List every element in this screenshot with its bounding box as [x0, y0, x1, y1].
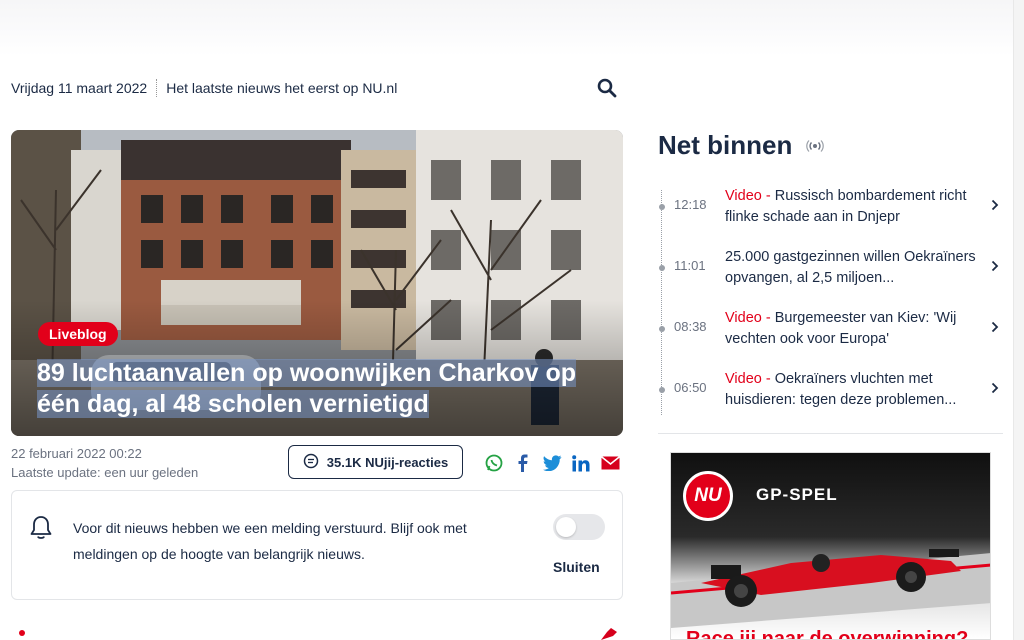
headline-line-2: één dag, al 48 scholen vernietigd: [37, 390, 429, 418]
chevron-right-icon: [991, 259, 999, 277]
tag-separator: -: [761, 371, 775, 387]
twitter-icon[interactable]: [542, 453, 562, 473]
notification-toggle[interactable]: [553, 514, 605, 540]
search-icon[interactable]: [597, 78, 617, 98]
tag-separator: -: [761, 310, 775, 326]
facebook-icon[interactable]: [512, 453, 532, 473]
advertisement[interactable]: NU GP-SPEL Race jij naar de overwinning?: [670, 452, 991, 640]
chevron-right-icon: [991, 198, 999, 216]
current-date: Vrijdag 11 maart 2022: [11, 80, 148, 96]
ad-brand: GP-SPEL: [756, 485, 838, 504]
news-title: Video - Russisch bombardement richt flin…: [725, 186, 985, 228]
tagline: Het laatste nieuws het eerst op NU.nl: [166, 80, 398, 96]
timeline-dot: [659, 387, 665, 393]
article-headline[interactable]: 89 luchtaanvallen op woonwijken Charkov …: [37, 358, 597, 420]
news-item[interactable]: 12:18 Video - Russisch bombardement rich…: [658, 186, 1003, 238]
news-time: 06:50: [674, 380, 707, 395]
news-title: 25.000 gastgezinnen willen Oekraïners op…: [725, 247, 985, 289]
timeline-dot: [659, 326, 665, 332]
video-tag: Video: [725, 188, 762, 204]
tag-separator: -: [761, 188, 775, 204]
dateline: Vrijdag 11 maart 2022 Het laatste nieuws…: [11, 78, 397, 98]
sidebar-divider: [658, 433, 1003, 434]
chevron-right-icon: [991, 320, 999, 338]
timeline-dot: [659, 204, 665, 210]
notification-box: Voor dit nieuws hebben we een melding ve…: [11, 490, 623, 600]
news-item[interactable]: 06:50 Video - Oekraïners vluchten met hu…: [658, 369, 1003, 421]
pin-icon: [599, 626, 619, 640]
linkedin-icon[interactable]: [571, 453, 591, 473]
scrollbar[interactable]: [1013, 0, 1024, 640]
email-icon[interactable]: [600, 453, 620, 473]
nu-logo: NU: [683, 471, 733, 521]
broadcast-icon: [806, 139, 824, 158]
updated-time: Laatste update: een uur geleden: [11, 465, 199, 480]
headline-line-1: 89 luchtaanvallen op woonwijken Charkov …: [37, 359, 577, 387]
published-date: 22 februari 2022 00:22: [11, 446, 142, 461]
top-bar: [0, 0, 1013, 56]
video-tag: Video: [725, 310, 762, 326]
liveblog-badge: Liveblog: [38, 322, 118, 346]
divider: [156, 79, 158, 97]
video-tag: Video: [725, 371, 762, 387]
reactions-label: 35.1K NUjij-reacties: [326, 454, 449, 470]
close-button[interactable]: Sluiten: [553, 559, 600, 575]
article-meta: 22 februari 2022 00:22 Laatste update: e…: [11, 444, 198, 482]
news-item[interactable]: 08:38 Video - Burgemeester van Kiev: 'Wi…: [658, 308, 1003, 360]
notification-text: Voor dit nieuws hebben we een melding ve…: [73, 520, 467, 562]
bell-icon: [29, 515, 53, 546]
ad-cta[interactable]: Race jij naar de overwinning?: [686, 628, 968, 639]
timeline-dot: [659, 265, 665, 271]
news-title: Video - Burgemeester van Kiev: 'Wij vech…: [725, 308, 985, 350]
news-time: 08:38: [674, 319, 707, 334]
reactions-button[interactable]: 35.1K NUjij-reacties: [288, 445, 463, 479]
news-time: 11:01: [674, 258, 706, 273]
live-dot: [19, 630, 25, 636]
chevron-right-icon: [991, 381, 999, 399]
net-binnen-title: Net binnen: [658, 130, 793, 160]
news-item[interactable]: 11:01 25.000 gastgezinnen willen Oekraïn…: [658, 247, 1003, 299]
news-title-text: 25.000 gastgezinnen willen Oekraïners op…: [725, 249, 976, 286]
whatsapp-icon[interactable]: [484, 453, 504, 473]
comment-icon: [303, 453, 319, 472]
news-time: 12:18: [674, 197, 707, 212]
news-title: Video - Oekraïners vluchten met huisdier…: [725, 369, 985, 411]
